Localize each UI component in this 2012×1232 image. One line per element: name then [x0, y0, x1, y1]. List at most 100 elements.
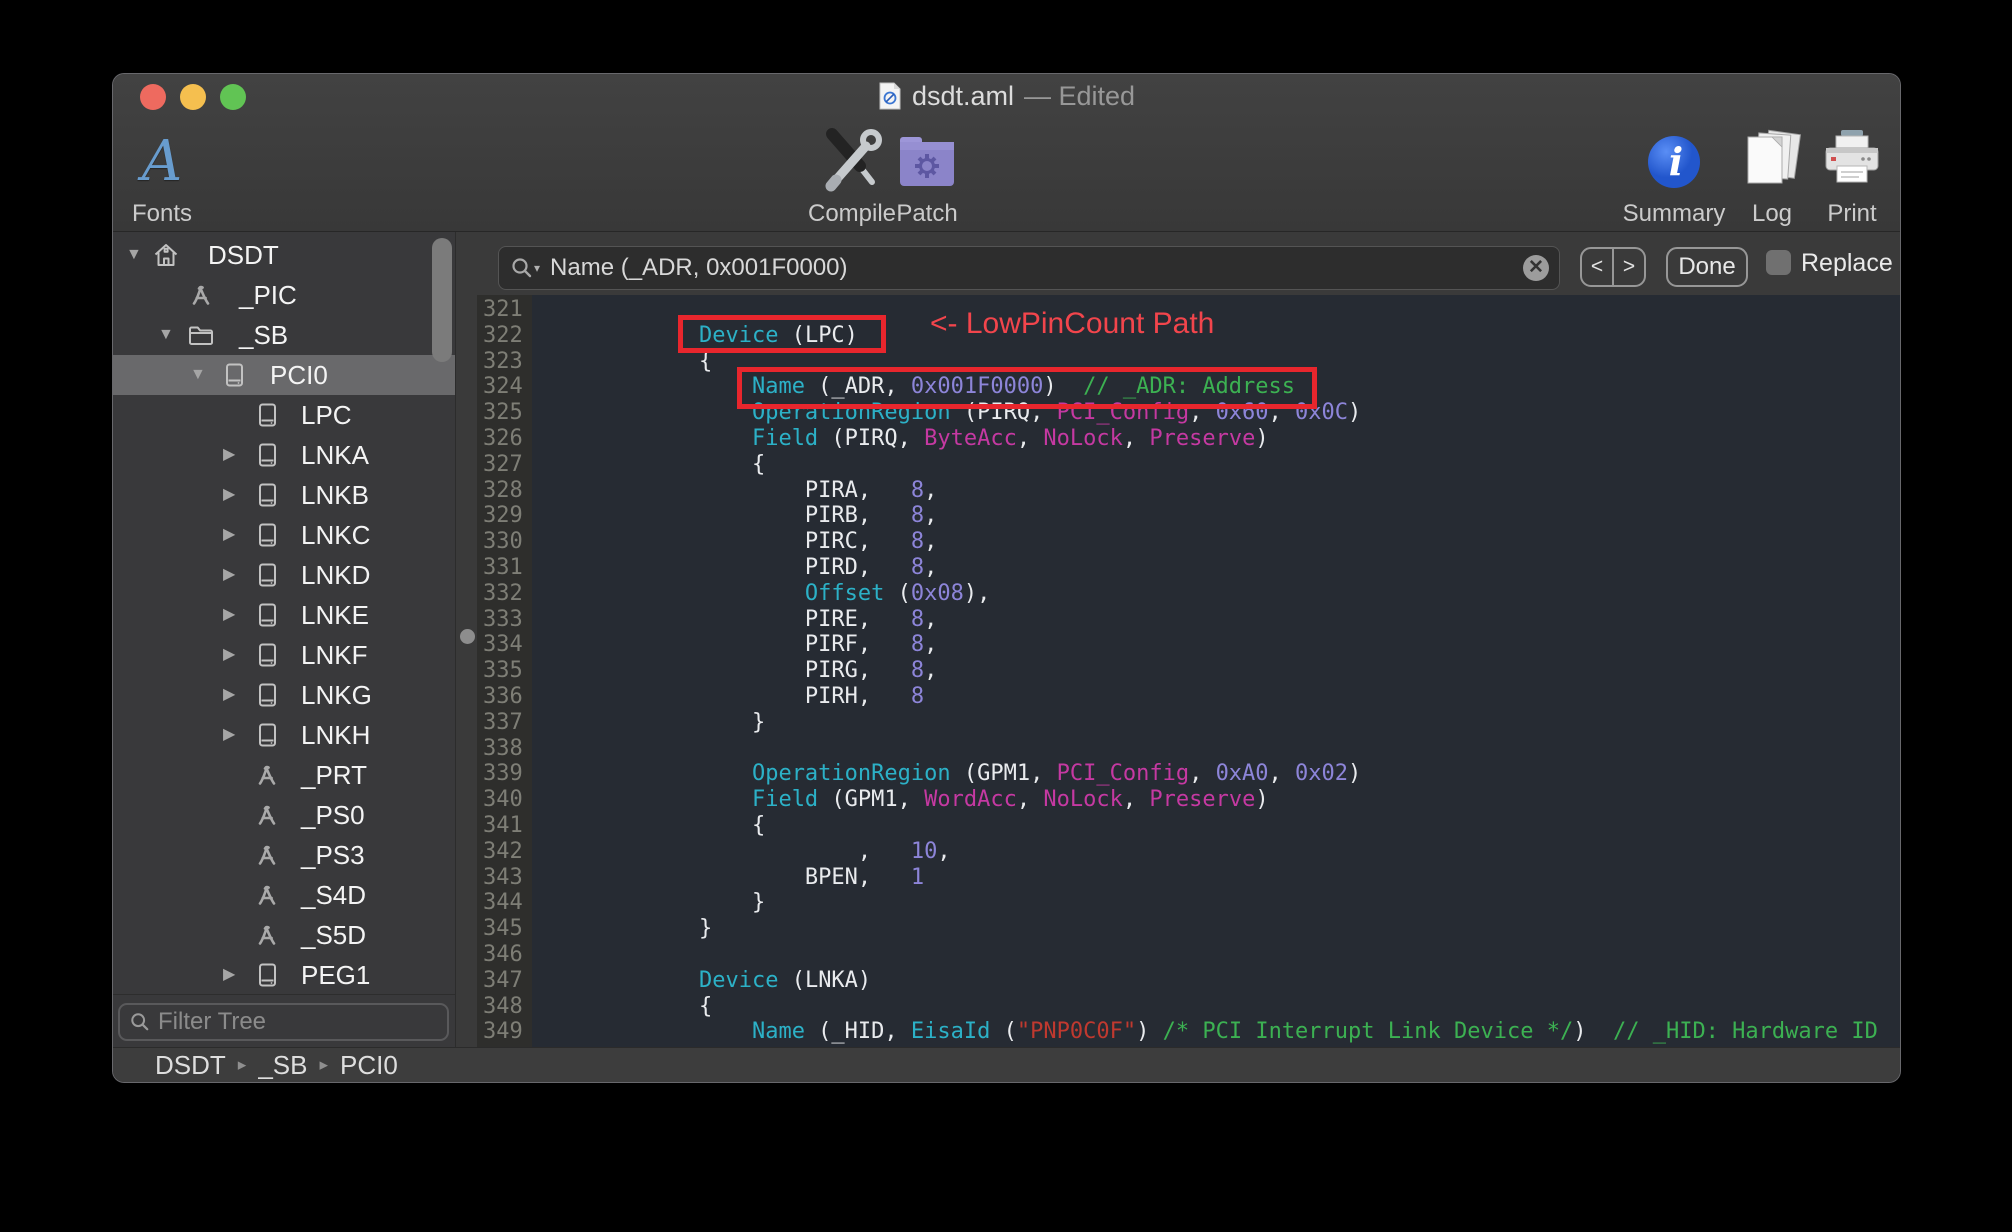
- disclosure-closed-icon[interactable]: ▶: [223, 595, 235, 635]
- disclosure-closed-icon[interactable]: ▶: [223, 515, 235, 555]
- device-icon: [253, 401, 281, 429]
- breadcrumb-pci0[interactable]: PCI0: [340, 1050, 398, 1081]
- device-icon: [253, 961, 281, 989]
- device-icon: [253, 481, 281, 509]
- line-number: 341: [483, 812, 523, 838]
- breadcrumb-separator-icon: ▸: [319, 1055, 329, 1074]
- code-line-text: BPEN, 1: [593, 864, 925, 890]
- tree-item-_PIC[interactable]: _PIC: [113, 275, 455, 315]
- code-line-text: {: [593, 451, 766, 477]
- search-magnifier-icon[interactable]: ▾: [511, 257, 540, 279]
- tree-item-PCI0[interactable]: ▼ PCI0: [113, 355, 455, 395]
- sidebar-scrollbar[interactable]: [432, 238, 452, 362]
- tree-item-LNKH[interactable]: ▶ LNKH: [113, 715, 455, 755]
- line-number: 345: [483, 916, 523, 942]
- filter-tree-field[interactable]: [118, 1003, 476, 1041]
- line-number: 322: [483, 322, 523, 348]
- code-line-text: Name (_HID, EisaId ("PNP0C0F") /* PCI In…: [751, 1019, 1878, 1045]
- disclosure-open-icon[interactable]: ▼: [190, 355, 206, 395]
- tree-item-LPC[interactable]: LPC: [113, 395, 455, 435]
- code-line: 334 PIRF, 8,: [477, 632, 1900, 658]
- filter-area: [113, 994, 476, 1048]
- splitter-handle-dot[interactable]: [460, 629, 475, 644]
- tree-item-label: LNKB: [301, 480, 369, 510]
- search-icon: [131, 1013, 149, 1031]
- code-line-text: Field (PIRQ, ByteAcc, NoLock, Preserve): [751, 425, 1269, 451]
- disclosure-closed-icon[interactable]: ▶: [223, 715, 235, 755]
- clear-search-icon[interactable]: ✕: [1523, 255, 1549, 281]
- breadcrumb-sb[interactable]: _SB: [258, 1050, 307, 1081]
- line-number: 337: [483, 709, 523, 735]
- line-number: 344: [483, 890, 523, 916]
- tree-item-LNKG[interactable]: ▶ LNKG: [113, 675, 455, 715]
- code-line-text: PIRE, 8,: [593, 606, 938, 632]
- code-line-text: }: [593, 709, 766, 735]
- device-icon: [253, 681, 281, 709]
- tree-item-LNKD[interactable]: ▶ LNKD: [113, 555, 455, 595]
- code-line-text: PIRG, 8,: [593, 658, 938, 684]
- tree-item-LNKF[interactable]: ▶ LNKF: [113, 635, 455, 675]
- toolbar-fonts-button[interactable]: A Fonts: [113, 126, 237, 230]
- find-previous-button[interactable]: <: [1582, 249, 1614, 285]
- find-next-button[interactable]: >: [1614, 249, 1644, 285]
- line-number: 349: [483, 1019, 523, 1045]
- tree-item-_PS0[interactable]: _PS0: [113, 795, 455, 835]
- search-field[interactable]: ▾ ✕: [498, 246, 1560, 290]
- line-number: 334: [483, 632, 523, 658]
- pane-splitter[interactable]: [456, 232, 478, 1048]
- toolbar-print-button[interactable]: Print: [1777, 126, 1900, 230]
- disclosure-closed-icon[interactable]: ▶: [223, 475, 235, 515]
- code-line-text: PIRD, 8,: [593, 554, 938, 580]
- code-line: 345 }: [477, 916, 1900, 942]
- line-number: 330: [483, 529, 523, 555]
- breadcrumb-dsdt[interactable]: DSDT: [155, 1050, 226, 1081]
- replace-checkbox[interactable]: [1766, 250, 1791, 275]
- disclosure-open-icon[interactable]: ▼: [126, 235, 142, 275]
- code-line: 348 {: [477, 994, 1900, 1020]
- tree-item-DSDT[interactable]: ▼ DSDT: [113, 235, 455, 275]
- tree-item-label: LNKD: [301, 560, 371, 590]
- code-line-text: PIRB, 8,: [593, 503, 938, 529]
- code-line-text: Offset (0x08),: [804, 580, 991, 606]
- tree-item-LNKB[interactable]: ▶ LNKB: [113, 475, 455, 515]
- disclosure-closed-icon[interactable]: ▶: [223, 675, 235, 715]
- method-icon: [187, 281, 215, 309]
- code-line: 337 }: [477, 710, 1900, 736]
- document-icon: [879, 82, 901, 110]
- code-line-text: , 10,: [593, 838, 951, 864]
- search-input[interactable]: [540, 254, 1523, 282]
- tree-item-LNKA[interactable]: ▶ LNKA: [113, 435, 455, 475]
- tree-item-_PS3[interactable]: _PS3: [113, 835, 455, 875]
- code-line: 340 Field (GPM1, WordAcc, NoLock, Preser…: [477, 787, 1900, 813]
- tree-item-PEG1[interactable]: ▶ PEG1: [113, 955, 455, 995]
- disclosure-closed-icon[interactable]: ▶: [223, 555, 235, 595]
- disclosure-closed-icon[interactable]: ▶: [223, 635, 235, 675]
- tree-item-LNKE[interactable]: ▶ LNKE: [113, 595, 455, 635]
- tree-item-_PRT[interactable]: _PRT: [113, 755, 455, 795]
- tree-item-LNKC[interactable]: ▶ LNKC: [113, 515, 455, 555]
- line-number: 343: [483, 864, 523, 890]
- window-title: dsdt.aml: [911, 80, 1014, 111]
- titlebar[interactable]: dsdt.aml — Edited: [113, 74, 1900, 118]
- code-editor[interactable]: 321 322 Device (LPC) 323 {324 Name (_ADR, …: [477, 295, 1900, 1048]
- code-line: 344 }: [477, 890, 1900, 916]
- line-number: 326: [483, 425, 523, 451]
- line-number: 338: [483, 735, 523, 761]
- tree-item-_S5D[interactable]: _S5D: [113, 915, 455, 955]
- done-button[interactable]: Done: [1666, 247, 1748, 287]
- line-number: 332: [483, 580, 523, 606]
- disclosure-closed-icon[interactable]: ▶: [223, 955, 235, 995]
- disclosure-open-icon[interactable]: ▼: [158, 315, 174, 355]
- line-number: 323: [483, 348, 523, 374]
- app-window: dsdt.aml — Edited A Fonts Compile Patch …: [113, 74, 1900, 1082]
- disclosure-closed-icon[interactable]: ▶: [223, 435, 235, 475]
- code-line: 331 PIRD, 8,: [477, 555, 1900, 581]
- line-number: 339: [483, 761, 523, 787]
- filter-tree-input[interactable]: [150, 1008, 476, 1036]
- toolbar-patch-button[interactable]: Patch: [852, 126, 1002, 230]
- tree-item-_SB[interactable]: ▼ _SB: [113, 315, 455, 355]
- folder-icon: [187, 321, 215, 349]
- line-number: 346: [483, 941, 523, 967]
- tree-item-_S4D[interactable]: _S4D: [113, 875, 455, 915]
- patch-folder-icon: [852, 126, 1002, 198]
